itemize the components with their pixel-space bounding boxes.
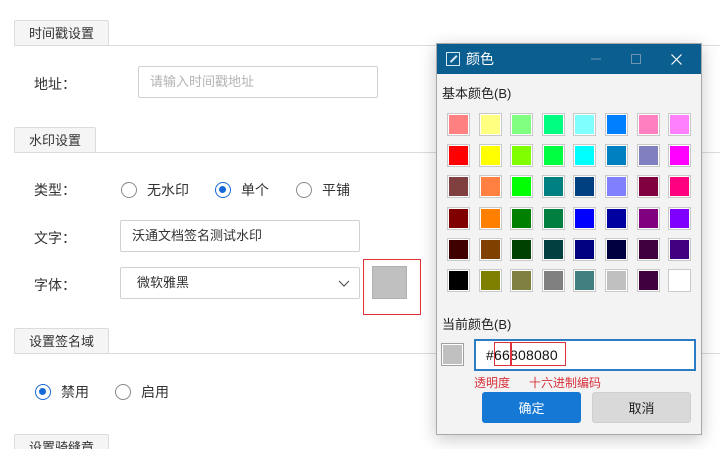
minimize-button[interactable]	[576, 44, 616, 74]
basic-color-swatch[interactable]	[541, 269, 565, 292]
radio-single-watermark[interactable]: 单个	[215, 180, 269, 200]
radio-enable-label: 启用	[141, 384, 169, 400]
radio-tile-watermark[interactable]: 平铺	[296, 180, 350, 200]
basic-color-swatch[interactable]	[636, 144, 660, 168]
annotation-hex-text: 十六进制编码	[529, 376, 602, 390]
current-color-swatch	[441, 343, 464, 366]
color-picker-icon	[446, 52, 460, 66]
basic-color-swatch[interactable]	[478, 175, 502, 199]
basic-color-swatch[interactable]	[573, 144, 597, 168]
radio-tile-watermark-label: 平铺	[322, 182, 350, 198]
basic-color-swatch[interactable]	[636, 175, 660, 199]
basic-color-swatch[interactable]	[447, 269, 470, 292]
timestamp-address-input[interactable]: 请输入时间戳地址	[138, 66, 378, 98]
radio-single-watermark-circle[interactable]	[215, 182, 231, 198]
close-icon	[670, 53, 682, 65]
radio-enable-signature-field[interactable]: 启用	[115, 382, 169, 402]
minimize-icon	[591, 58, 601, 60]
basic-color-swatch[interactable]	[668, 269, 692, 292]
basic-color-swatch[interactable]	[605, 269, 628, 292]
basic-color-swatch[interactable]	[510, 206, 534, 230]
basic-color-swatch[interactable]	[636, 113, 660, 136]
basic-color-swatch[interactable]	[668, 113, 692, 136]
basic-color-swatch[interactable]	[478, 269, 502, 292]
signature-field-section-tab: 设置签名域	[14, 328, 110, 354]
basic-color-swatch[interactable]	[573, 113, 597, 136]
basic-color-swatch[interactable]	[636, 237, 660, 261]
basic-color-swatch[interactable]	[605, 175, 628, 199]
annotation-alpha-text: 透明度	[474, 376, 511, 390]
basic-color-swatch[interactable]	[668, 237, 692, 261]
basic-color-swatch[interactable]	[541, 113, 565, 136]
chevron-down-icon	[338, 280, 350, 287]
basic-color-swatch[interactable]	[447, 113, 470, 136]
basic-color-swatch[interactable]	[541, 175, 565, 199]
watermark-text-label: 文字：	[34, 230, 76, 246]
radio-disable-signature-field[interactable]: 禁用	[35, 382, 89, 402]
basic-color-swatch[interactable]	[541, 144, 565, 168]
basic-color-swatch[interactable]	[510, 113, 534, 136]
basic-color-swatch[interactable]	[510, 144, 534, 168]
basic-color-swatch[interactable]	[447, 237, 470, 261]
basic-color-swatch[interactable]	[510, 269, 534, 292]
font-select-value: 微软雅黑	[137, 275, 190, 290]
basic-color-swatch[interactable]	[478, 237, 502, 261]
basic-color-swatch[interactable]	[668, 144, 692, 168]
radio-enable-circle[interactable]	[115, 384, 131, 400]
basic-color-swatch[interactable]	[510, 237, 534, 261]
watermark-color-swatch[interactable]	[372, 266, 407, 299]
basic-color-swatch[interactable]	[605, 206, 628, 230]
basic-color-swatch[interactable]	[636, 206, 660, 230]
basic-color-swatch[interactable]	[573, 269, 597, 292]
color-dialog-titlebar[interactable]: 颜色	[437, 44, 701, 74]
radio-disable-circle[interactable]	[35, 384, 51, 400]
basic-color-swatch[interactable]	[605, 237, 628, 261]
basic-color-swatch[interactable]	[478, 113, 502, 136]
watermark-section-tab: 水印设置	[14, 127, 97, 153]
basic-color-swatch[interactable]	[478, 144, 502, 168]
address-label: 地址：	[34, 76, 76, 92]
watermark-font-label: 字体：	[34, 277, 76, 293]
seam-seal-section-tab: 设置骑缝章	[14, 434, 110, 449]
basic-color-swatch[interactable]	[447, 206, 470, 230]
maximize-button[interactable]	[616, 44, 656, 74]
basic-color-swatch[interactable]	[510, 175, 534, 199]
font-select[interactable]: 微软雅黑	[120, 267, 360, 299]
basic-color-swatch[interactable]	[573, 237, 597, 261]
basic-colors-label: 基本颜色(B)	[442, 86, 512, 101]
current-color-label: 当前颜色(B)	[442, 317, 512, 332]
annotation-hex-box	[510, 342, 566, 366]
hex-prefix: #	[486, 347, 494, 363]
radio-no-watermark-label: 无水印	[147, 182, 189, 198]
basic-color-swatch[interactable]	[668, 206, 692, 230]
close-button[interactable]	[656, 44, 696, 74]
timestamp-section-tab: 时间戳设置	[14, 20, 110, 46]
radio-no-watermark-circle[interactable]	[121, 182, 137, 198]
maximize-icon	[631, 54, 641, 64]
color-dialog: 颜色 基本颜色(B) 当前颜色(B) #66808080 透明度 十六进制编码 …	[436, 43, 702, 435]
radio-single-watermark-label: 单个	[241, 182, 269, 198]
basic-color-swatch[interactable]	[541, 237, 565, 261]
basic-color-swatch[interactable]	[541, 206, 565, 230]
watermark-text-input[interactable]: 沃通文档签名测试水印	[120, 220, 360, 252]
basic-color-swatch[interactable]	[636, 269, 660, 292]
ok-button[interactable]: 确定	[482, 392, 581, 423]
basic-color-swatch[interactable]	[605, 113, 628, 136]
radio-no-watermark[interactable]: 无水印	[121, 180, 189, 200]
basic-color-swatch[interactable]	[573, 206, 597, 230]
watermark-type-label: 类型：	[34, 182, 76, 198]
basic-color-swatch[interactable]	[447, 175, 470, 199]
radio-tile-watermark-circle[interactable]	[296, 182, 312, 198]
basic-color-swatch[interactable]	[478, 206, 502, 230]
radio-disable-label: 禁用	[61, 384, 89, 400]
basic-color-swatch[interactable]	[447, 144, 470, 168]
cancel-button[interactable]: 取消	[592, 392, 691, 423]
color-dialog-title: 颜色	[466, 51, 494, 67]
basic-color-swatch[interactable]	[668, 175, 692, 199]
basic-color-swatch[interactable]	[605, 144, 628, 168]
basic-color-swatch[interactable]	[573, 175, 597, 199]
